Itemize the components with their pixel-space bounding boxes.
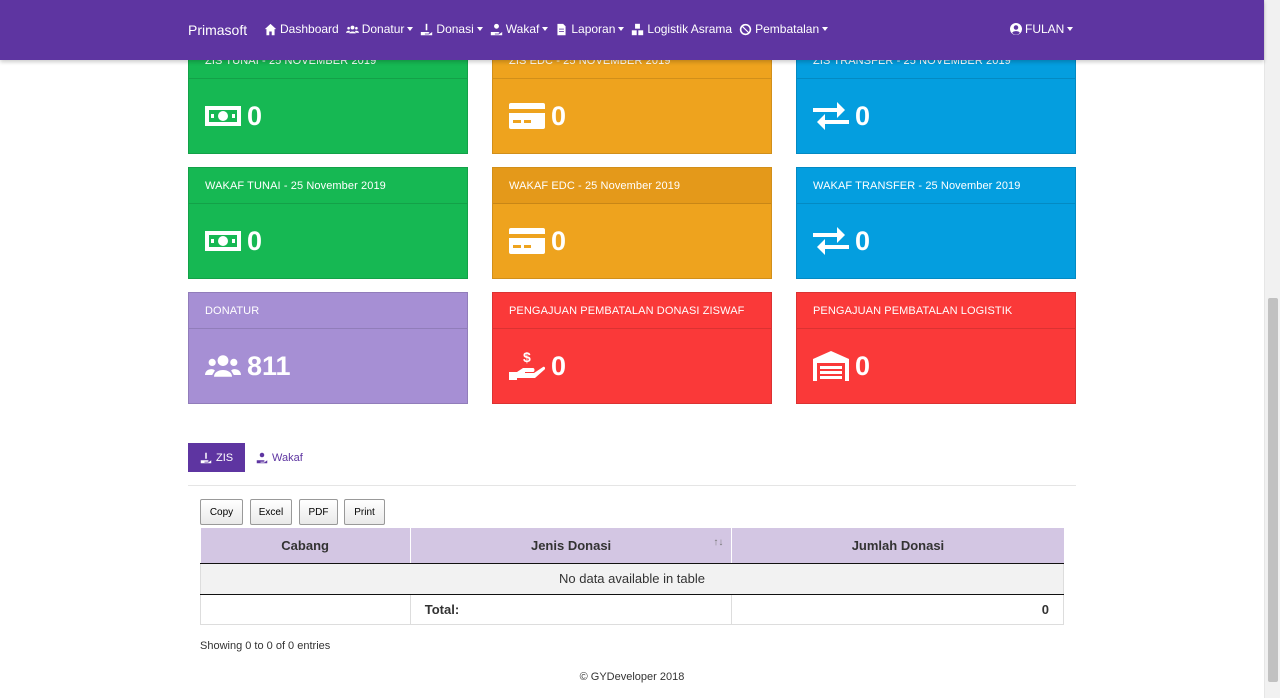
sort-icon: ↑↓ [713,537,724,548]
nav-donasi[interactable]: Donasi [420,22,483,36]
column-header-label: Jenis Donasi [530,537,612,553]
hand-holding-icon [200,452,212,463]
exchange-icon [813,102,849,130]
card-value: 0 [247,225,263,256]
card-title: WAKAF TRANSFER - 25 November 2019 [797,168,1075,204]
users-icon [345,25,359,33]
user-menu[interactable]: FULAN [1010,22,1074,36]
card-pembatalan-logistik: PENGAJUAN PEMBATALAN LOGISTIK 0 [796,292,1076,404]
nav-laporan-label: Laporan [571,22,616,36]
card-value: 0 [855,100,871,131]
card-title: DONATUR [189,293,467,329]
column-header-jenis-donasi[interactable]: Jenis Donasi ↑↓ [410,528,733,564]
excel-button[interactable]: Excel [250,499,292,525]
hand-holding-heart-icon [256,452,268,463]
card-title: PENGAJUAN PEMBATALAN LOGISTIK [797,293,1075,329]
card-value: 0 [855,225,871,256]
home-icon [264,23,277,35]
card-title: WAKAF EDC - 25 November 2019 [493,168,771,204]
nav-donatur-label: Donatur [361,22,405,36]
card-value: 0 [247,100,263,131]
hand-holding-icon [421,23,433,35]
column-header-jumlah-donasi[interactable]: Jumlah Donasi [731,528,1064,564]
ban-icon [739,23,752,35]
hand-holding-usd-icon: $ [509,350,545,380]
nav-logistik-label: Logistik Asrama [647,22,733,36]
tab-zis-label: ZIS [216,451,234,464]
page-footer: © GYDeveloper 2018 [579,671,685,683]
nav-donasi-label: Donasi [436,22,474,36]
table-footer-row: Total: 0 [200,594,1064,625]
svg-text:$: $ [523,350,531,365]
credit-card-icon [509,228,545,254]
card-pembatalan-donasi: PENGAJUAN PEMBATALAN DONASI ZISWAF $ 0 [492,292,772,404]
card-value: 0 [551,350,567,381]
chevron-down-icon [1067,27,1074,31]
card-title: WAKAF TUNAI - 25 November 2019 [189,168,467,204]
table-row: No data available in table [200,563,1064,595]
card-value: 811 [247,350,291,381]
money-bill-icon [205,231,241,251]
card-value: 0 [551,100,567,131]
nav-wakaf-label: Wakaf [505,22,540,36]
nav-donatur[interactable]: Donatur [345,22,414,36]
hand-holding-heart-icon [490,23,502,35]
footer-cell-empty [200,594,411,625]
nav-dashboard-label: Dashboard [280,22,339,36]
nav-laporan[interactable]: Laporan [555,22,625,36]
nav-pembatalan[interactable]: Pembatalan [739,22,829,36]
nav-wakaf[interactable]: Wakaf [490,22,549,36]
card-title: PENGAJUAN PEMBATALAN DONASI ZISWAF [493,293,771,329]
tab-wakaf[interactable]: Wakaf [244,443,315,472]
cubes-icon [632,23,644,35]
card-wakaf-edc: WAKAF EDC - 25 November 2019 0 [492,167,772,279]
credit-card-icon [509,103,545,129]
total-value: 0 [731,594,1064,625]
card-wakaf-transfer: WAKAF TRANSFER - 25 November 2019 0 [796,167,1076,279]
page-scrollbar[interactable] [1264,0,1280,698]
tab-wakaf-label: Wakaf [272,451,303,464]
exchange-icon [813,227,849,255]
brand-link[interactable]: Primasoft [188,22,247,38]
card-value: 0 [551,225,567,256]
users-icon [205,355,241,377]
card-wakaf-tunai: WAKAF TUNAI - 25 November 2019 0 [188,167,468,279]
total-label: Total: [409,594,733,625]
print-button[interactable]: Print [344,499,385,525]
tab-zis[interactable]: ZIS [188,443,246,472]
empty-table-message: No data available in table [200,563,1064,595]
money-bill-icon [205,106,241,126]
chevron-down-icon [407,27,414,31]
warehouse-icon [813,351,849,381]
nav-menu: Dashboard Donatur Donasi Wakaf Laporan L… [264,22,835,36]
scrollbar-thumb[interactable] [1268,298,1278,682]
tab-divider [188,485,1076,486]
chevron-down-icon [822,27,829,31]
user-circle-icon [1010,23,1022,35]
file-icon [557,23,566,35]
card-donatur: DONATUR 811 [188,292,468,404]
copy-button[interactable]: Copy [200,499,243,525]
nav-logistik-asrama[interactable]: Logistik Asrama [631,22,732,36]
user-name: FULAN [1025,22,1065,36]
top-navbar: Primasoft Dashboard Donatur Donasi Wakaf… [0,0,1264,60]
table-info: Showing 0 to 0 of 0 entries [200,640,331,652]
chevron-down-icon [476,27,483,31]
pdf-button[interactable]: PDF [299,499,338,525]
chevron-down-icon [618,27,625,31]
card-value: 0 [855,350,871,381]
column-header-cabang[interactable]: Cabang [200,528,411,564]
chevron-down-icon [542,27,549,31]
nav-dashboard[interactable]: Dashboard [264,22,339,36]
donation-table: Cabang Jenis Donasi ↑↓ Jumlah Donasi No … [200,528,1064,625]
nav-pembatalan-label: Pembatalan [755,22,820,36]
